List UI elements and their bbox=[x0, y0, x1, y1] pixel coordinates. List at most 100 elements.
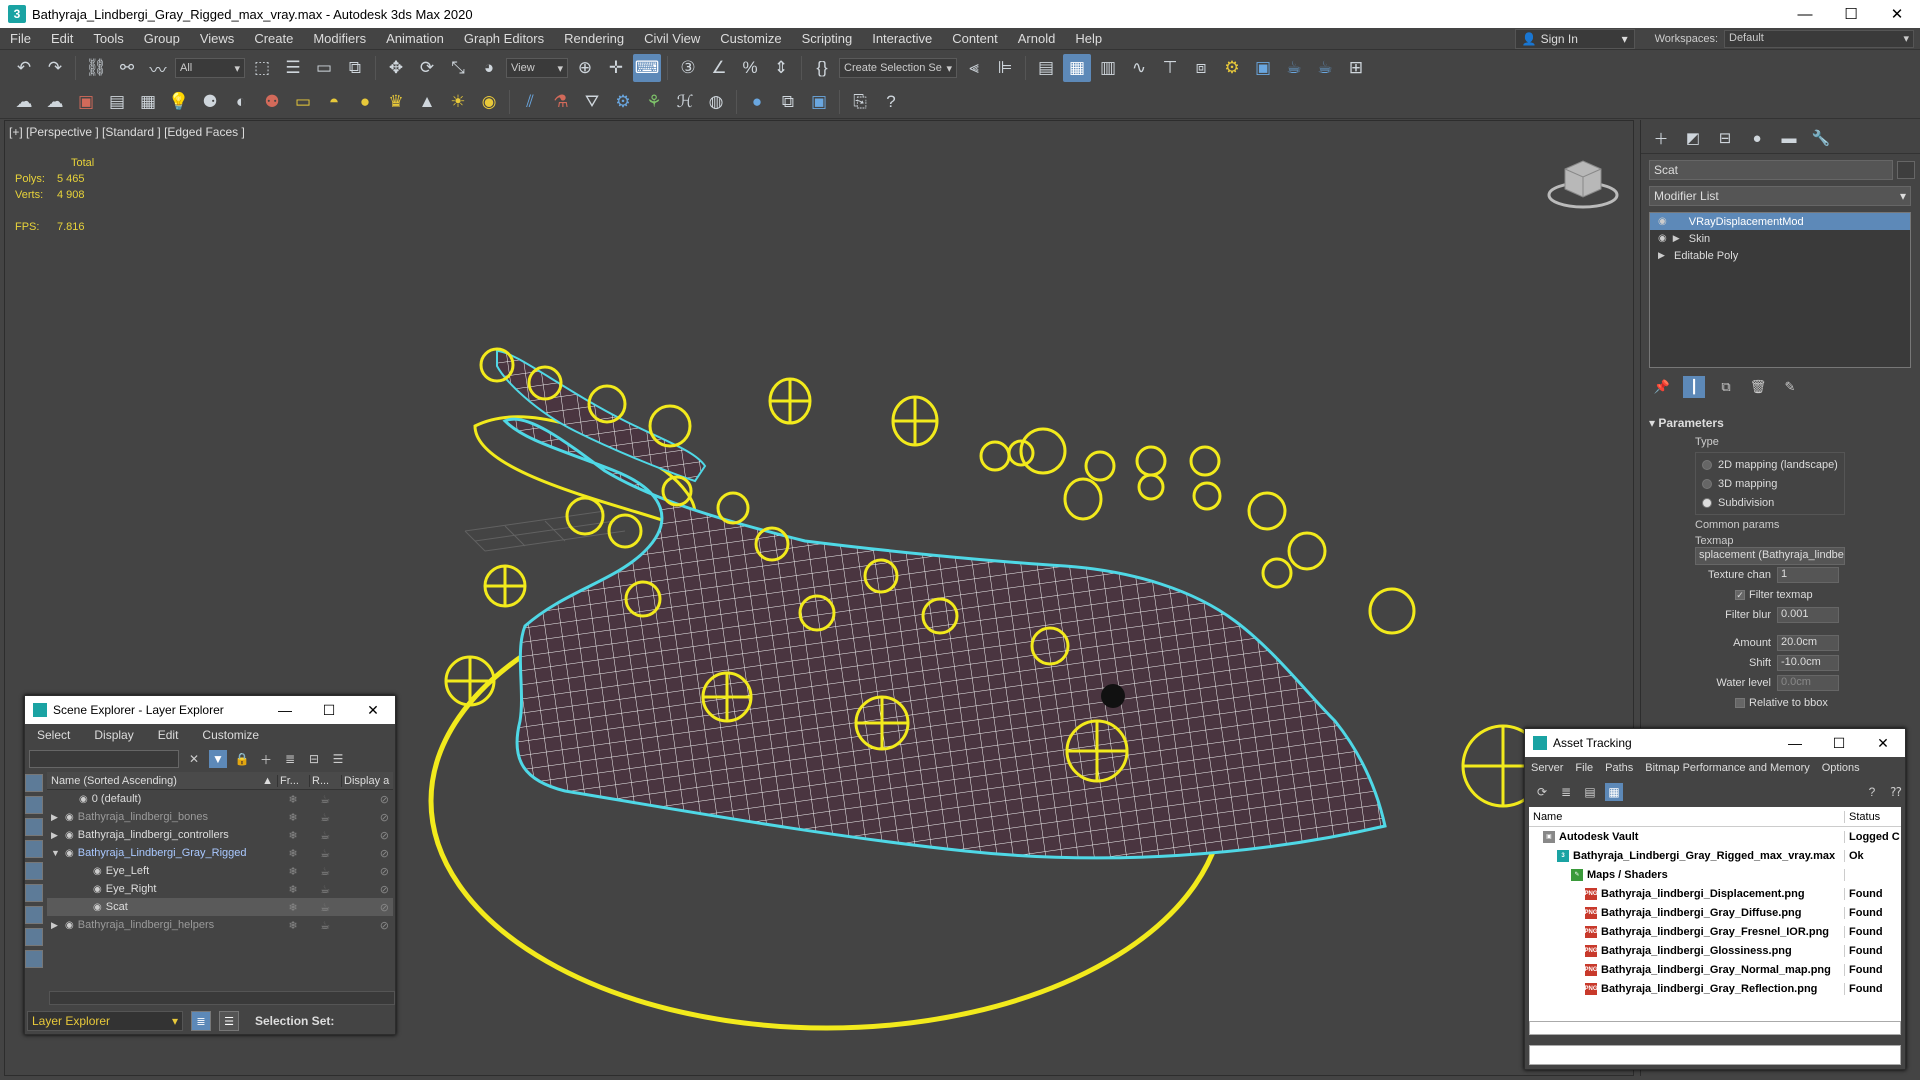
display-icon[interactable]: ⊘ bbox=[341, 901, 393, 914]
ribbon-icon[interactable]: ▥ bbox=[1094, 54, 1122, 82]
vray-plane-icon[interactable]: ▭ bbox=[289, 88, 317, 116]
object-color-swatch[interactable] bbox=[1897, 161, 1915, 179]
layer-stack-icon[interactable]: ☰ bbox=[329, 750, 347, 768]
render-in-cloud-icon[interactable]: ⊞ bbox=[1342, 54, 1370, 82]
shift-spinner[interactable]: -10.0cm bbox=[1777, 655, 1839, 671]
at-menu-paths[interactable]: Paths bbox=[1599, 762, 1639, 774]
texture-channel-spinner[interactable]: 1 bbox=[1777, 567, 1839, 583]
texmap-button[interactable]: splacement (Bathyraja_lindbe bbox=[1695, 547, 1845, 565]
object-name-field[interactable]: Scat bbox=[1649, 160, 1893, 180]
maximize-button[interactable]: ☐ bbox=[307, 702, 351, 719]
minimize-button[interactable]: — bbox=[1773, 735, 1817, 752]
viewport-label[interactable]: [+] [Perspective ] [Standard ] [Edged Fa… bbox=[9, 125, 245, 139]
vray-dome-light-icon[interactable]: ◓ bbox=[320, 88, 348, 116]
column-render[interactable]: R... bbox=[309, 774, 341, 787]
create-tab-icon[interactable]: ＋ bbox=[1649, 126, 1673, 150]
filter-texmap-row[interactable]: ✓ Filter texmap bbox=[1695, 585, 1912, 605]
expand-arrow-icon[interactable]: ▶ bbox=[1658, 250, 1668, 261]
pin-stack-icon[interactable]: 📌 bbox=[1651, 376, 1673, 398]
scale-icon[interactable]: ⤡ bbox=[444, 54, 472, 82]
render-icon[interactable]: ☕ bbox=[309, 865, 341, 878]
eye-icon[interactable]: ◉ bbox=[93, 866, 102, 877]
water-level-spinner[interactable]: 0.0cm bbox=[1777, 675, 1839, 691]
eye-icon[interactable]: ◉ bbox=[1658, 216, 1667, 227]
column-display[interactable]: Display a bbox=[341, 774, 393, 787]
display-icon[interactable]: ⊘ bbox=[341, 811, 393, 824]
lock-icon[interactable]: 🔒 bbox=[233, 750, 251, 768]
asset-row[interactable]: ✎ Maps / Shaders bbox=[1529, 865, 1901, 884]
render-icon[interactable]: ☕ bbox=[309, 919, 341, 932]
display-icon[interactable]: ⊘ bbox=[341, 919, 393, 932]
filter-helpers-icon[interactable] bbox=[25, 862, 43, 880]
refresh-icon[interactable]: ⟳ bbox=[1533, 783, 1551, 801]
modify-tab-icon[interactable]: ◩ bbox=[1681, 126, 1705, 150]
select-by-name-icon[interactable]: ☰ bbox=[279, 54, 307, 82]
hierarchy-tab-icon[interactable]: ⊟ bbox=[1713, 126, 1737, 150]
layer-tree-row[interactable]: ▶ ◉ Bathyraja_lindbergi_helpers ❄ ☕ ⊘ bbox=[47, 916, 393, 934]
menu-edit[interactable]: Edit bbox=[41, 31, 83, 46]
vray-ambient-icon[interactable]: ◉ bbox=[475, 88, 503, 116]
bind-spacewarp-icon[interactable]: 〰 bbox=[144, 54, 172, 82]
asset-row[interactable]: 3 Bathyraja_Lindbergi_Gray_Rigged_max_vra… bbox=[1529, 846, 1901, 865]
material-editor-icon[interactable]: ⧈ bbox=[1187, 54, 1215, 82]
percent-snap-icon[interactable]: % bbox=[736, 54, 764, 82]
layer-tree-row[interactable]: ▶ ◉ Bathyraja_lindbergi_controllers ❄ ☕ ⊘ bbox=[47, 826, 393, 844]
radio-3d[interactable] bbox=[1702, 478, 1712, 489]
menu-graph-editors[interactable]: Graph Editors bbox=[454, 31, 554, 46]
minimize-button[interactable]: — bbox=[1782, 0, 1828, 28]
close-button[interactable]: ✕ bbox=[1874, 0, 1920, 28]
at-menu-server[interactable]: Server bbox=[1525, 762, 1569, 774]
type-option-subdivision[interactable]: Subdivision bbox=[1702, 493, 1838, 512]
selection-filter-dropdown[interactable]: All ▾ bbox=[175, 58, 245, 78]
selection-set-icon[interactable]: ☰ bbox=[219, 1011, 239, 1031]
mirror-icon[interactable]: ⫷ bbox=[960, 54, 988, 82]
show-end-result-icon[interactable]: ┃ bbox=[1683, 376, 1705, 398]
vray-proxy-icon[interactable]: ⚉ bbox=[258, 88, 286, 116]
angle-snap-icon[interactable]: ∠ bbox=[705, 54, 733, 82]
expand-arrow-icon[interactable]: ▼ bbox=[51, 848, 61, 858]
schematic-view-icon[interactable]: ⊤ bbox=[1156, 54, 1184, 82]
spinner-snap-icon[interactable]: ⇕ bbox=[767, 54, 795, 82]
filter-groups-icon[interactable] bbox=[25, 906, 43, 924]
select-manipulate-icon[interactable]: ✛ bbox=[602, 54, 630, 82]
expand-arrow-icon[interactable]: ▶ bbox=[51, 830, 61, 841]
menu-help[interactable]: Help bbox=[1065, 31, 1112, 46]
se-menu-customize[interactable]: Customize bbox=[190, 728, 271, 742]
link-icon[interactable]: ⛓ bbox=[82, 54, 110, 82]
vray-material-sphere-icon[interactable]: ● bbox=[743, 88, 771, 116]
modifier-list-dropdown[interactable]: Modifier List ▾ bbox=[1649, 186, 1911, 206]
vray-sun-cone-icon[interactable]: ▲ bbox=[413, 88, 441, 116]
vray-fur-icon[interactable]: ⫽ bbox=[516, 88, 544, 116]
help-icon[interactable]: ? bbox=[877, 88, 905, 116]
expand-arrow-icon[interactable]: ▶ bbox=[51, 812, 61, 823]
filter-cameras-icon[interactable] bbox=[25, 840, 43, 858]
menu-rendering[interactable]: Rendering bbox=[554, 31, 634, 46]
rotate-icon[interactable]: ⟳ bbox=[413, 54, 441, 82]
asset-row[interactable]: PNG Bathyraja_lindbergi_Gray_Reflection.p… bbox=[1529, 979, 1901, 998]
layer-tree-row[interactable]: ◉ 0 (default) ❄ ☕ ⊘ bbox=[47, 790, 393, 808]
viewcube-icon[interactable] bbox=[1543, 151, 1623, 211]
menu-civil-view[interactable]: Civil View bbox=[634, 31, 710, 46]
menu-create[interactable]: Create bbox=[244, 31, 303, 46]
menu-group[interactable]: Group bbox=[134, 31, 190, 46]
at-menu-options[interactable]: Options bbox=[1816, 762, 1866, 774]
eye-icon[interactable]: ◉ bbox=[65, 812, 74, 823]
utilities-tab-icon[interactable]: 🔧 bbox=[1809, 126, 1833, 150]
close-button[interactable]: ✕ bbox=[351, 702, 395, 719]
scene-explorer-scrollbar[interactable] bbox=[49, 991, 395, 1005]
frozen-icon[interactable]: ❄ bbox=[277, 865, 309, 878]
display-tab-icon[interactable]: ▬ bbox=[1777, 126, 1801, 150]
help-context-icon[interactable]: ⁇ bbox=[1887, 783, 1905, 801]
render-icon[interactable]: ☕ bbox=[309, 811, 341, 824]
window-crossing-icon[interactable]: ⧉ bbox=[341, 54, 369, 82]
toggle-scene-explorer-icon[interactable]: ▤ bbox=[1032, 54, 1060, 82]
align-icon[interactable]: ⊫ bbox=[991, 54, 1019, 82]
frozen-icon[interactable]: ❄ bbox=[277, 793, 309, 806]
table-view-icon[interactable]: ▦ bbox=[1605, 783, 1623, 801]
vray-camera-icon[interactable]: ⚈ bbox=[196, 88, 224, 116]
radio-2d[interactable] bbox=[1702, 459, 1712, 470]
undo-icon[interactable]: ↶ bbox=[10, 54, 38, 82]
menu-interactive[interactable]: Interactive bbox=[862, 31, 942, 46]
render-icon[interactable]: ☕ bbox=[309, 847, 341, 860]
asset-row[interactable]: PNG Bathyraja_lindbergi_Displacement.png F… bbox=[1529, 884, 1901, 903]
